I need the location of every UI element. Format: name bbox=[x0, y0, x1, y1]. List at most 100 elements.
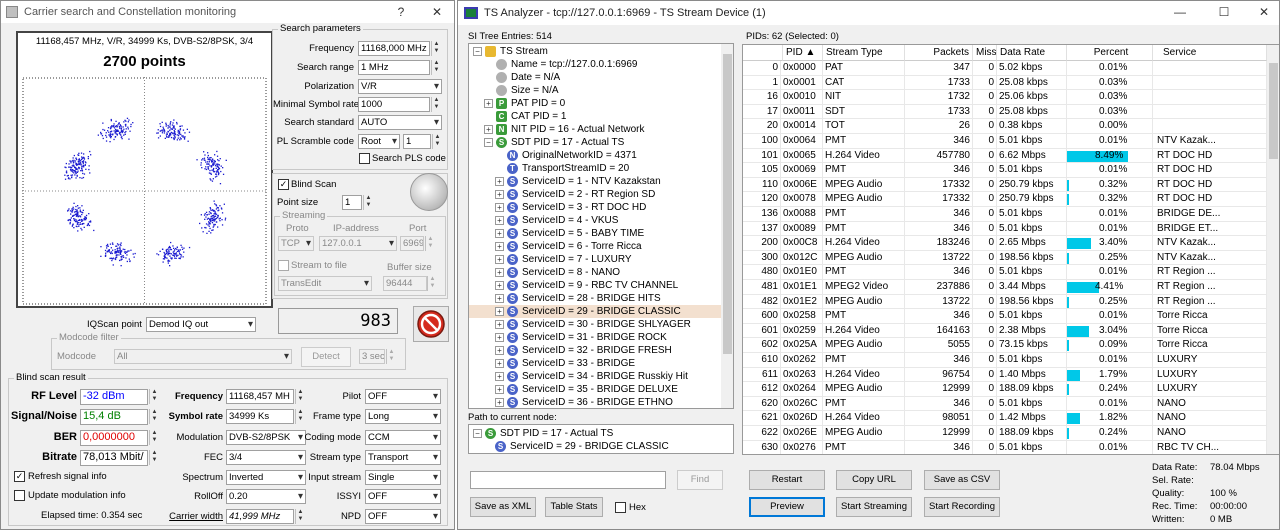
table-row[interactable]: 100 0x0064 PMT 346 0 5.01 kbps 0.01% NTV Kazak.… bbox=[743, 134, 1267, 149]
table-stats-button[interactable]: Table Stats bbox=[545, 497, 603, 517]
min-symbol-rate-input[interactable]: 1000 bbox=[358, 97, 430, 112]
table-scrollbar[interactable] bbox=[1267, 45, 1279, 454]
table-row[interactable]: 481 0x01E1 MPEG2 Video 237886 0 3.44 Mbps 4.41… bbox=[743, 280, 1267, 295]
expand-icon[interactable]: + bbox=[495, 177, 504, 186]
column-header-data-rate[interactable]: Data Rate bbox=[997, 45, 1067, 61]
expand-icon[interactable]: + bbox=[495, 385, 504, 394]
minimize-button[interactable]: — bbox=[1170, 4, 1190, 20]
tree-node[interactable]: + S ServiceID = 29 - BRIDGE CLASSIC bbox=[469, 305, 721, 318]
detect-interval-input[interactable]: 3 sec bbox=[359, 349, 385, 364]
table-row[interactable]: 105 0x0069 PMT 346 0 5.01 kbps 0.01% RT DOC HD bbox=[743, 163, 1267, 178]
table-row[interactable]: 622 0x026E MPEG Audio 12999 0 188.09 kbps 0.24… bbox=[743, 426, 1267, 441]
stream-file-select[interactable]: TransEdit bbox=[278, 276, 372, 291]
table-row[interactable]: 200 0x00C8 H.264 Video 183246 0 2.65 Mbps 3.40… bbox=[743, 236, 1267, 251]
search-range-input[interactable]: 1 MHz bbox=[358, 60, 430, 75]
frequency-input[interactable]: 11168,000 MHz bbox=[358, 41, 430, 56]
tree-node[interactable]: + S ServiceID = 5 - BABY TIME bbox=[469, 227, 721, 240]
expand-icon[interactable]: + bbox=[495, 281, 504, 290]
tree-node[interactable]: N OriginalNetworkID = 4371 bbox=[469, 149, 721, 162]
ber-spinner[interactable]: ▲ ▼ bbox=[149, 430, 159, 445]
tree-node[interactable]: Name = tcp://127.0.0.1:6969 bbox=[469, 58, 721, 71]
table-row[interactable]: 612 0x0264 MPEG Audio 12999 0 188.09 kbps 0.24… bbox=[743, 382, 1267, 397]
table-row[interactable]: 482 0x01E2 MPEG Audio 13722 0 198.56 kbps 0.25… bbox=[743, 294, 1267, 310]
point-size-spinner[interactable]: ▲ ▼ bbox=[363, 195, 373, 210]
tree-scrollbar[interactable] bbox=[721, 44, 733, 408]
expand-icon[interactable]: + bbox=[495, 372, 504, 381]
tree-node[interactable]: − S SDT PID = 17 - Actual TS bbox=[469, 136, 721, 149]
table-row[interactable]: 611 0x0263 H.264 Video 96754 0 1.40 Mbps 1.79%… bbox=[743, 367, 1267, 383]
refresh-signal-checkbox[interactable]: ✓ bbox=[14, 471, 25, 482]
expand-icon[interactable]: + bbox=[495, 216, 504, 225]
hex-checkbox[interactable] bbox=[615, 502, 626, 513]
column-header-stream-type[interactable]: Stream Type bbox=[823, 45, 905, 61]
fec-select[interactable]: 3/4 bbox=[226, 450, 306, 465]
rolloff-select[interactable]: 0.20 bbox=[226, 489, 306, 504]
proto-select[interactable]: TCP bbox=[278, 236, 314, 251]
table-row[interactable]: 610 0x0262 PMT 346 0 5.01 kbps 0.01% LUXURY bbox=[743, 353, 1267, 368]
expand-icon[interactable]: + bbox=[495, 268, 504, 277]
expand-icon[interactable]: + bbox=[495, 320, 504, 329]
path-node-service[interactable]: S ServiceID = 29 - BRIDGE CLASSIC bbox=[495, 440, 669, 453]
expand-icon[interactable]: + bbox=[495, 359, 504, 368]
detect-interval-spinner[interactable]: ▲ ▼ bbox=[386, 349, 396, 364]
frame-type-select[interactable]: Long bbox=[365, 409, 441, 424]
tree-node[interactable]: Date = N/A bbox=[469, 71, 721, 84]
tree-node[interactable]: T TransportStreamID = 20 bbox=[469, 162, 721, 175]
table-row[interactable]: 600 0x0258 PMT 346 0 5.01 kbps 0.01% Torre Ricc… bbox=[743, 309, 1267, 324]
close-button[interactable]: ✕ bbox=[427, 4, 447, 20]
tree-node[interactable]: + S ServiceID = 7 - LUXURY bbox=[469, 253, 721, 266]
table-row[interactable]: 120 0x0078 MPEG Audio 17332 0 250.79 kbps 0.32… bbox=[743, 192, 1267, 207]
tree-node[interactable]: + S ServiceID = 33 - BRIDGE bbox=[469, 357, 721, 370]
ip-address-select[interactable]: 127.0.0.1 bbox=[319, 236, 397, 251]
rf-level-spinner[interactable]: ▲ ▼ bbox=[149, 389, 159, 404]
table-row[interactable]: 480 0x01E0 PMT 346 0 5.01 kbps 0.01% RT Region … bbox=[743, 265, 1267, 280]
table-row[interactable]: 0 0x0000 PAT 347 0 5.02 kbps 0.01% bbox=[743, 61, 1267, 76]
tree-node[interactable]: C CAT PID = 1 bbox=[469, 110, 721, 123]
polarization-select[interactable]: V/R bbox=[358, 79, 442, 94]
search-standard-select[interactable]: AUTO bbox=[358, 115, 442, 130]
tree-node[interactable]: + S ServiceID = 6 - Torre Ricca bbox=[469, 240, 721, 253]
point-size-input[interactable]: 1 bbox=[342, 195, 362, 210]
search-range-spinner[interactable]: ▲ ▼ bbox=[431, 60, 441, 75]
detect-button[interactable]: Detect bbox=[301, 347, 351, 367]
frequency-spinner[interactable]: ▲ ▼ bbox=[431, 41, 441, 56]
buffer-size-spinner[interactable]: ▲ ▼ bbox=[427, 276, 437, 291]
expand-icon[interactable]: + bbox=[495, 307, 504, 316]
start-streaming-button[interactable]: Start Streaming bbox=[836, 497, 912, 517]
tree-node[interactable]: + N NIT PID = 16 - Actual Network bbox=[469, 123, 721, 136]
expand-icon[interactable]: + bbox=[495, 294, 504, 303]
find-button[interactable]: Find bbox=[677, 470, 723, 490]
modulation-select[interactable]: DVB-S2/8PSK bbox=[226, 430, 306, 445]
save-xml-button[interactable]: Save as XML bbox=[470, 497, 536, 517]
modcode-select[interactable]: All bbox=[114, 349, 292, 364]
tree-node[interactable]: + S ServiceID = 1 - NTV Kazakstan bbox=[469, 175, 721, 188]
expand-icon[interactable]: + bbox=[495, 190, 504, 199]
tree-node[interactable]: + S ServiceID = 8 - NANO bbox=[469, 266, 721, 279]
table-row[interactable]: 136 0x0088 PMT 346 0 5.01 kbps 0.01% BRIDGE DE.… bbox=[743, 207, 1267, 222]
help-button[interactable]: ? bbox=[391, 4, 411, 20]
stop-button[interactable] bbox=[413, 306, 449, 342]
column-header-percent[interactable]: Percent bbox=[1067, 45, 1153, 61]
pl-scramble-value-input[interactable]: 1 bbox=[403, 134, 431, 149]
column-header-packets[interactable]: Packets bbox=[905, 45, 973, 61]
expand-icon[interactable]: + bbox=[495, 255, 504, 264]
pl-scramble-spinner[interactable]: ▲ ▼ bbox=[432, 134, 442, 149]
input-stream-select[interactable]: Single bbox=[365, 470, 441, 485]
tree-node[interactable]: + S ServiceID = 4 - VKUS bbox=[469, 214, 721, 227]
table-row[interactable]: 16 0x0010 NIT 1732 0 25.06 kbps 0.03% bbox=[743, 90, 1267, 105]
table-row[interactable]: 137 0x0089 PMT 346 0 5.01 kbps 0.01% BRIDGE ET.… bbox=[743, 221, 1267, 237]
ts-close-button[interactable]: ✕ bbox=[1254, 4, 1274, 20]
expand-icon[interactable]: + bbox=[484, 99, 493, 108]
buffer-size-input[interactable]: 96444 bbox=[383, 276, 427, 291]
restart-button[interactable]: Restart bbox=[749, 470, 825, 490]
tree-node[interactable]: + S ServiceID = 31 - BRIDGE ROCK bbox=[469, 331, 721, 344]
blind-scan-checkbox[interactable]: ✓ bbox=[278, 179, 289, 190]
tree-node[interactable]: + S ServiceID = 2 - RT Region SD bbox=[469, 188, 721, 201]
pilot-select[interactable]: OFF bbox=[365, 389, 441, 404]
table-row[interactable]: 602 0x025A MPEG Audio 5055 0 73.15 kbps 0.09% T… bbox=[743, 338, 1267, 353]
issyi-select[interactable]: OFF bbox=[365, 489, 441, 504]
search-pls-checkbox[interactable] bbox=[359, 153, 370, 164]
iqscan-select[interactable]: Demod IQ out bbox=[146, 317, 256, 332]
update-modulation-checkbox[interactable] bbox=[14, 490, 25, 501]
preview-button[interactable]: Preview bbox=[749, 497, 825, 517]
